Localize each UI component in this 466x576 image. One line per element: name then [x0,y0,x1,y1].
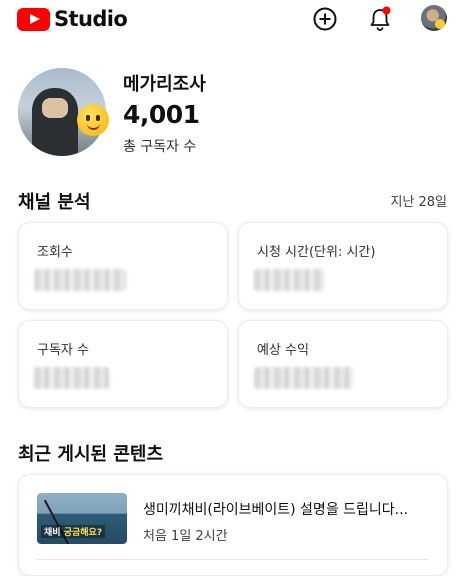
metric-card-subscribers[interactable]: 구독자 수 [18,320,228,408]
thumbnail-caption: 채비 궁금해요? [41,525,106,538]
metric-label: 조회수 [37,245,73,260]
redacted-value [254,367,354,389]
smiley-emoji-icon [77,104,109,136]
redacted-value [254,269,324,291]
video-thumbnail[interactable]: 채비 궁금해요? [37,493,127,544]
channel-profile: 메가리조사 4,001 총 구독자 수 [18,68,448,158]
subscriber-count: 4,001 [123,100,200,129]
bell-icon[interactable] [367,6,393,32]
youtube-play-icon [17,7,50,31]
top-app-bar: Studio [0,0,466,40]
account-avatar[interactable] [421,5,447,31]
channel-name: 메가리조사 [123,74,206,95]
metric-label: 구독자 수 [37,343,89,358]
analytics-title: 채널 분석 [18,192,91,213]
video-meta: 처음 1일 2시간 [143,529,228,544]
youtube-studio-logo[interactable]: Studio [17,7,128,31]
plus-circle-icon[interactable] [312,6,338,32]
app-name: Studio [54,7,128,31]
metric-card-revenue[interactable]: 예상 수익 [238,320,448,408]
emoji-icon [435,19,445,29]
redacted-value [34,367,109,389]
metric-card-views[interactable]: 조회수 [18,222,228,310]
subscriber-label: 총 구독자 수 [123,139,197,155]
metric-label: 시청 시간(단위: 시간) [257,245,376,260]
recent-content-title: 최근 게시된 콘텐츠 [18,444,164,465]
video-title[interactable]: 생미끼채비(라이브베이트) 설명을 드립니다... [143,499,433,519]
metric-label: 예상 수익 [257,343,309,358]
redacted-value [34,269,126,291]
metric-card-watch-time[interactable]: 시청 시간(단위: 시간) [238,222,448,310]
recent-content-card[interactable]: 채비 궁금해요? 생미끼채비(라이브베이트) 설명을 드립니다... 처음 1일… [18,474,448,576]
notification-dot [382,6,391,15]
analytics-period: 지난 28일 [390,195,447,210]
